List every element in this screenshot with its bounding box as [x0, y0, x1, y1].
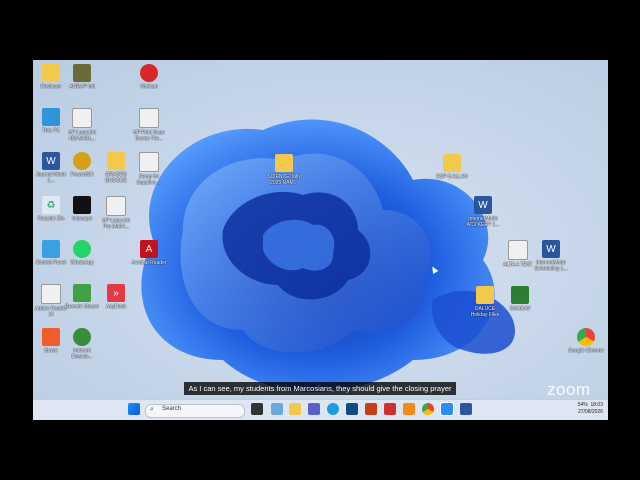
folder-icon — [476, 286, 494, 304]
widgets-icon[interactable] — [271, 403, 283, 415]
control-panel-icon — [42, 240, 60, 258]
word-document-icon: W — [42, 152, 60, 170]
desktop-icon-hp-laserjet-pro[interactable]: HP LaserJet Pro M404... — [98, 196, 134, 230]
download-manager-icon — [73, 328, 91, 346]
folder-icon — [42, 64, 60, 82]
chrome-icon — [577, 328, 595, 346]
desktop-icon-smadav[interactable]: SMADAV — [502, 286, 538, 312]
desktop-icon-daluce[interactable]: DALUCE Holiday Files — [467, 286, 503, 318]
word-taskbar-icon[interactable] — [460, 403, 472, 415]
search-icon: ⌕ — [150, 406, 154, 413]
task-view-icon[interactable] — [251, 403, 263, 415]
desktop-icon-science-tally[interactable]: SCIENCE Tally 2025 RAM... — [266, 154, 302, 186]
caption-text: As I can see, my students from Marcosian… — [184, 382, 456, 395]
desktop-icon-chrome[interactable]: Google Chrome — [568, 328, 604, 354]
battery-level: 54% — [577, 402, 588, 408]
app-icon — [73, 64, 91, 82]
recycle-bin-icon: ♻ — [42, 196, 60, 214]
desktop-icon-whatsapp[interactable]: WhatsApp — [64, 240, 100, 266]
printer-icon — [72, 108, 92, 128]
desktop-icon-inkscape[interactable]: Inkscape — [64, 196, 100, 222]
document-icon — [41, 284, 61, 304]
caption-overlay: As I can see, my students from Marcosian… — [0, 378, 640, 396]
smadav-icon — [511, 286, 529, 304]
desktop-icon-poweriso[interactable]: PowerISO — [64, 152, 100, 178]
desktop-icon-setup-supplies[interactable]: Setup for Supplies ... — [131, 152, 167, 186]
vlc-icon[interactable] — [403, 403, 415, 415]
desktop-icon-internetmode-scheduling[interactable]: W InternetMode Scheduling 1... — [533, 240, 569, 272]
folder-icon — [107, 152, 125, 170]
camera-icon — [140, 64, 158, 82]
search-input[interactable]: ⌕ Search — [145, 404, 245, 418]
search-placeholder: Search — [162, 406, 182, 412]
powerpoint-icon[interactable] — [365, 403, 377, 415]
mail-icon[interactable] — [346, 403, 358, 415]
desktop-icon-anrap[interactable]: ANRAP Intl — [64, 64, 100, 90]
desktop-icon-grades[interactable]: GRADES ENCODE — [98, 152, 134, 184]
desktop-icon-acrobat[interactable]: A Acrobat Reader — [131, 240, 167, 266]
chrome-taskbar-icon[interactable] — [422, 403, 434, 415]
app-l-icon[interactable] — [384, 403, 396, 415]
brave-lion-icon — [42, 328, 60, 346]
taskbar: ⌕ Search 54% 18:03 27/08/2026 — [33, 399, 608, 420]
desktop-icon-alta-test[interactable]: ALTA A TEST — [500, 240, 536, 268]
system-tray[interactable]: 54% 18:03 27/08/2026 — [578, 402, 603, 416]
whatsapp-icon — [73, 240, 91, 258]
pdf-icon: A — [140, 240, 158, 258]
desktop-icon-internetmode-ac1[interactable]: W InternetMode AC1 KEEP 1... — [465, 196, 501, 228]
zoom-taskbar-icon[interactable] — [440, 402, 454, 416]
inkscape-icon — [73, 196, 91, 214]
teams-icon[interactable] — [308, 403, 320, 415]
desktop-icon-idm[interactable]: Internet Downlo... — [64, 328, 100, 360]
file-explorer-icon[interactable] — [289, 403, 301, 415]
clock-date: 27/08/2026 — [577, 409, 603, 415]
remote-mouse-icon — [73, 284, 91, 302]
desktop-icon-hp-laserjet-400[interactable]: HP LaserJet 400 M401... — [64, 108, 100, 142]
printer-icon — [139, 152, 159, 172]
word-document-icon: W — [542, 240, 560, 258]
desktop-icon-vincam[interactable]: VinCam — [131, 64, 167, 90]
desktop-screen: Reviewer ANRAP Intl VinCam This PC HP La… — [33, 60, 608, 420]
printer-icon — [106, 196, 126, 216]
clock-time: 18:03 — [590, 402, 603, 408]
anydesk-icon: » — [107, 284, 125, 302]
desktop-icon-esp8[interactable]: ESP 8 ALLAN — [434, 154, 470, 180]
chrome-document-icon — [508, 240, 528, 260]
edge-icon[interactable] — [327, 403, 339, 415]
word-document-icon: W — [474, 196, 492, 214]
printer-icon — [139, 108, 159, 128]
zoom-logo: zoom — [547, 380, 591, 399]
folder-icon — [443, 154, 461, 172]
disc-icon — [73, 152, 91, 170]
desktop-icon-hp-print-scan-doctor[interactable]: HP Print Scan Doctor Fre... — [131, 108, 167, 142]
folder-icon — [275, 154, 293, 172]
start-icon[interactable] — [128, 403, 140, 415]
desktop-icon-anydesk[interactable]: » AnyDesk — [98, 284, 134, 310]
desktop-icon-remote-mouse[interactable]: Remote Mouse — [64, 284, 100, 310]
monitor-icon — [42, 108, 60, 126]
